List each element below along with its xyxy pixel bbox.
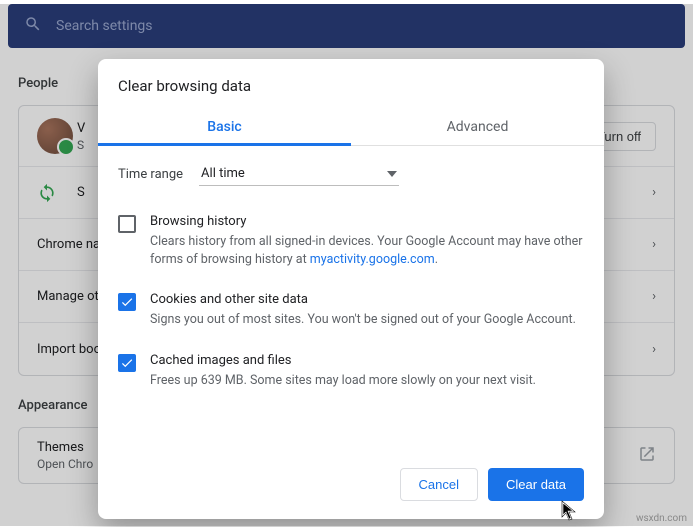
tab-advanced[interactable]: Advanced: [351, 107, 604, 145]
footer-credit: wsxdn.com: [636, 513, 687, 524]
time-range-row: Time range All time: [98, 146, 604, 194]
time-range-select[interactable]: All time: [199, 162, 399, 186]
tab-basic[interactable]: Basic: [98, 107, 351, 145]
checkbox-cookies[interactable]: [118, 293, 136, 311]
cancel-button[interactable]: Cancel: [400, 468, 478, 501]
option-history-desc: Clears history from all signed-in device…: [150, 233, 584, 268]
checkbox-browsing-history[interactable]: [118, 215, 136, 233]
dialog-tabs: Basic Advanced: [98, 107, 604, 146]
option-cache: Cached images and files Frees up 639 MB.…: [118, 343, 584, 404]
option-cache-desc: Frees up 639 MB. Some sites may load mor…: [150, 372, 536, 390]
time-range-label: Time range: [118, 167, 183, 182]
dialog-title: Clear browsing data: [98, 59, 604, 107]
dialog-actions: Cancel Clear data: [98, 458, 604, 519]
option-cookies-desc: Signs you out of most sites. You won't b…: [150, 311, 576, 329]
option-history-desc-suffix: .: [435, 252, 438, 267]
checkbox-cache[interactable]: [118, 354, 136, 372]
option-cookies-title: Cookies and other site data: [150, 292, 576, 307]
dialog-options: Browsing history Clears history from all…: [98, 194, 604, 458]
myactivity-link[interactable]: myactivity.google.com: [310, 252, 435, 267]
option-cookies: Cookies and other site data Signs you ou…: [118, 282, 584, 343]
clear-browsing-data-dialog: Clear browsing data Basic Advanced Time …: [98, 59, 604, 519]
option-history-title: Browsing history: [150, 214, 584, 229]
time-range-value: All time: [201, 166, 245, 181]
dropdown-icon: [387, 166, 397, 181]
option-browsing-history: Browsing history Clears history from all…: [118, 204, 584, 282]
option-cache-title: Cached images and files: [150, 353, 536, 368]
clear-data-button[interactable]: Clear data: [488, 468, 584, 501]
